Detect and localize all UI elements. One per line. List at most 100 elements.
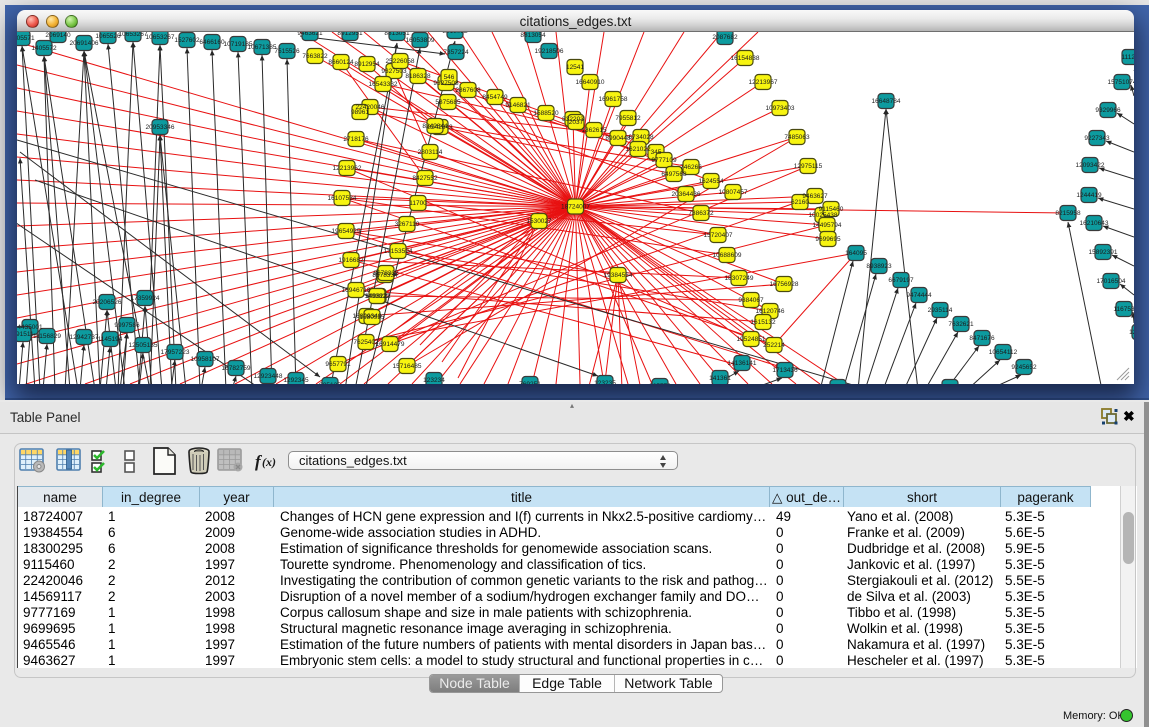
svg-text:8912951: 8912951 [337, 32, 363, 37]
svg-text:1621022: 1621022 [625, 146, 651, 153]
svg-text:8215958: 8215958 [1055, 210, 1081, 217]
svg-text:7357224: 7357224 [443, 49, 469, 56]
svg-text:16640910: 16640910 [576, 79, 605, 86]
svg-text:1916682: 1916682 [338, 257, 364, 264]
svg-text:11121: 11121 [1121, 54, 1134, 61]
svg-text:10653267: 10653267 [146, 34, 175, 41]
svg-text:15720407: 15720407 [704, 232, 733, 239]
svg-text:2867608: 2867608 [455, 87, 481, 94]
svg-text:16756928: 16756928 [770, 281, 799, 288]
svg-text:746266: 746266 [680, 164, 702, 171]
svg-text:7515526: 7515526 [274, 48, 300, 55]
svg-text:9245652: 9245652 [1011, 364, 1037, 371]
svg-text:16107534: 16107534 [328, 195, 357, 202]
svg-text:20691406: 20691406 [70, 40, 99, 47]
svg-text:9699695: 9699695 [815, 236, 841, 243]
svg-text:7386372: 7386372 [688, 210, 714, 217]
svg-text:6497568: 6497568 [661, 171, 687, 178]
svg-text:9657791: 9657791 [325, 361, 351, 368]
svg-text:1362615: 1362615 [581, 127, 607, 134]
svg-text:11156829: 11156829 [33, 333, 61, 340]
svg-text:3267110: 3267110 [395, 221, 420, 228]
svg-text:19218506: 19218506 [535, 48, 564, 55]
svg-text:20364436: 20364436 [672, 191, 701, 198]
svg-text:15716485: 15716485 [393, 363, 422, 370]
svg-text:9327508: 9327508 [433, 80, 459, 87]
svg-text:10671385: 10671385 [248, 44, 277, 51]
svg-text:8427552: 8427552 [412, 175, 438, 182]
svg-text:2718176: 2718176 [343, 136, 369, 143]
svg-text:25226058: 25226058 [386, 58, 415, 65]
svg-text:12213962: 12213962 [333, 165, 362, 172]
svg-text:19524851: 19524851 [737, 336, 766, 343]
svg-text:16648784: 16648784 [872, 98, 901, 105]
svg-text:1588520: 1588520 [533, 110, 559, 117]
svg-text:123234: 123234 [423, 377, 445, 384]
svg-text:18724007: 18724007 [561, 204, 590, 211]
svg-text:116753: 116753 [1113, 306, 1134, 313]
svg-text:10653267: 10653267 [119, 32, 148, 38]
svg-text:9777109: 9777109 [651, 157, 677, 164]
svg-text:9474444: 9474444 [906, 292, 932, 299]
svg-text:12975115: 12975115 [794, 163, 823, 170]
svg-text:141361: 141361 [709, 375, 731, 382]
svg-text:391511: 391511 [17, 331, 34, 338]
svg-text:10807457: 10807457 [719, 189, 748, 196]
svg-text:164095: 164095 [845, 250, 867, 257]
svg-text:16961758: 16961758 [599, 96, 628, 103]
svg-text:7485063: 7485063 [784, 134, 810, 141]
svg-text:123235: 123235 [594, 380, 616, 384]
svg-text:8660124: 8660124 [328, 59, 354, 66]
svg-text:9115460: 9115460 [819, 206, 844, 213]
svg-text:16120746: 16120746 [756, 308, 785, 315]
svg-text:252214: 252214 [763, 342, 785, 349]
svg-text:16543382: 16543382 [369, 81, 398, 88]
svg-text:1292345: 1292345 [283, 377, 309, 384]
svg-text:9384067: 9384067 [738, 297, 764, 304]
svg-text:10973403: 10973403 [766, 105, 795, 112]
svg-text:2935114: 2935114 [928, 307, 953, 314]
svg-text:8186328: 8186328 [405, 73, 431, 80]
svg-text:8990448: 8990448 [605, 135, 631, 142]
svg-text:7632621: 7632621 [948, 321, 974, 328]
svg-text:8471676: 8471676 [969, 335, 995, 342]
svg-text:1680935: 1680935 [359, 314, 385, 321]
svg-text:7663822: 7663822 [302, 53, 328, 60]
svg-text:1530027: 1530027 [526, 218, 552, 225]
svg-text:12923448: 12923448 [254, 373, 283, 380]
svg-text:13153594: 13153594 [384, 248, 413, 255]
svg-text:9329966: 9329966 [1095, 107, 1121, 114]
svg-text:10654112: 10654112 [989, 349, 1018, 356]
svg-text:1713436: 1713436 [772, 367, 798, 374]
svg-text:9227343: 9227343 [1084, 135, 1110, 142]
svg-text:98961: 98961 [351, 109, 369, 116]
svg-text:12213967: 12213967 [749, 79, 778, 86]
svg-text:16210643: 16210643 [1080, 220, 1109, 227]
svg-text:905135: 905135 [319, 382, 341, 384]
svg-text:1065526: 1065526 [95, 33, 121, 40]
svg-text:8454749: 8454749 [482, 94, 508, 101]
svg-text:15892391: 15892391 [1089, 249, 1118, 256]
svg-text:20953346: 20953346 [146, 124, 175, 131]
svg-text:12093422: 12093422 [1076, 162, 1105, 169]
svg-text:16782759: 16782759 [222, 365, 251, 372]
svg-text:12541: 12541 [566, 64, 584, 71]
svg-text:6466160: 6466160 [199, 39, 225, 46]
svg-text:9463621: 9463621 [297, 32, 323, 37]
svg-text:769251: 769251 [519, 381, 541, 384]
svg-text:14495794: 14495794 [813, 222, 842, 229]
svg-text:8242844: 8242844 [422, 123, 448, 130]
svg-text:18307249: 18307249 [725, 275, 754, 282]
svg-text:1493822: 1493822 [364, 293, 390, 300]
svg-text:6679197: 6679197 [888, 277, 914, 284]
svg-text:1615132: 1615132 [750, 319, 776, 326]
svg-text:8813052: 8813052 [442, 32, 468, 35]
svg-text:10958107: 10958107 [191, 356, 220, 363]
svg-text:16053809: 16053809 [406, 37, 435, 44]
svg-text:9146821: 9146821 [505, 102, 531, 109]
svg-text:16154838: 16154838 [731, 55, 760, 62]
svg-text:546: 546 [444, 74, 455, 81]
svg-text:1405572: 1405572 [31, 45, 57, 52]
svg-text:9997586: 9997586 [114, 322, 140, 329]
svg-text:10025438: 10025438 [809, 212, 838, 219]
